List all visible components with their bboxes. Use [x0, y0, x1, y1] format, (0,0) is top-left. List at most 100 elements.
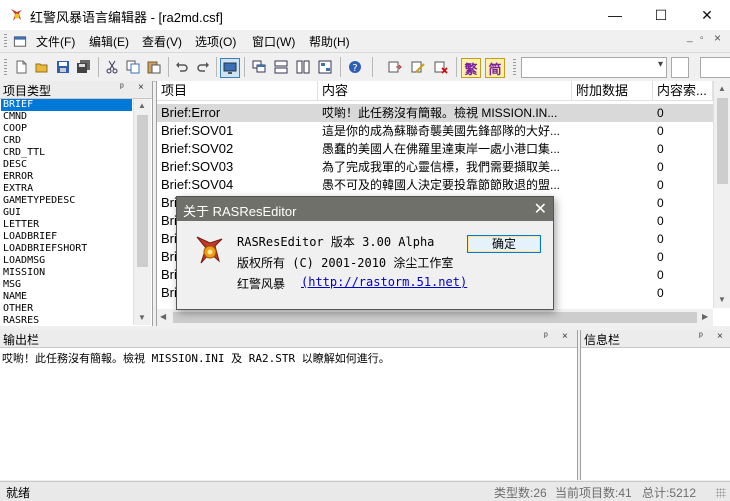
arrange-button[interactable] [316, 58, 334, 76]
list-item[interactable]: COOP [1, 123, 132, 135]
list-item[interactable]: DESC [1, 159, 132, 171]
scroll-up-icon[interactable]: ▲ [718, 84, 726, 93]
scroll-thumb[interactable] [137, 115, 148, 267]
scroll-down-icon[interactable]: ▼ [138, 313, 146, 322]
item-type-scrollbar[interactable]: ▲ ▼ [133, 99, 151, 325]
list-item[interactable]: OTHER [1, 303, 132, 315]
help-icon: ? [349, 61, 361, 74]
mdi-minimize-button[interactable]: _ [687, 32, 693, 43]
column-header-item[interactable]: 项目 [157, 81, 318, 101]
list-item[interactable]: GUI [1, 207, 132, 219]
scroll-right-icon[interactable]: ▶ [702, 312, 708, 321]
pin-icon[interactable]: ᵖ [120, 82, 124, 93]
pane-close-button[interactable]: × [138, 82, 144, 93]
cascade-button[interactable] [250, 58, 268, 76]
menu-edit[interactable]: 编辑(E) [89, 33, 129, 50]
list-item[interactable]: BRIEF [1, 99, 132, 111]
list-item[interactable]: LOADBRIEF [1, 231, 132, 243]
table-row[interactable]: Brief:SOV04 愚不可及的韓國人決定要投靠節節敗退的盟... 0 [157, 176, 713, 194]
app-logo-icon [196, 236, 223, 264]
list-item[interactable]: GAMETYPEDESC [1, 195, 132, 207]
mdi-restore-button[interactable]: ▫ [700, 33, 704, 44]
new-doc-button[interactable] [12, 58, 30, 76]
scroll-down-icon[interactable]: ▼ [718, 295, 726, 304]
table-row[interactable]: Brief:SOV02 愚蠢的美國人在佛羅里達東岸一處小港口集... 0 [157, 140, 713, 158]
menu-file[interactable]: 文件(F) [36, 33, 75, 50]
column-header-extra[interactable]: 附加数据 [572, 81, 653, 101]
open-button[interactable] [33, 58, 51, 76]
save-all-button[interactable] [75, 58, 93, 76]
scroll-thumb[interactable] [717, 98, 728, 184]
pin-icon[interactable]: ᵖ [699, 331, 703, 342]
pane-close-button[interactable]: × [562, 331, 568, 342]
small-input[interactable] [671, 57, 689, 78]
list-item[interactable]: CRD [1, 135, 132, 147]
undo-button[interactable] [173, 58, 191, 76]
paste-button[interactable] [145, 58, 163, 76]
app-logo-icon [11, 9, 22, 21]
close-button[interactable]: ✕ [684, 0, 730, 30]
maximize-button[interactable]: ☐ [638, 0, 684, 30]
column-header-content[interactable]: 内容 [318, 81, 572, 101]
help-button[interactable]: ? [346, 58, 364, 76]
list-item[interactable]: LETTER [1, 219, 132, 231]
menu-options[interactable]: 选项(O) [195, 33, 236, 50]
search-input[interactable] [700, 57, 730, 78]
table-vscrollbar[interactable]: ▲ ▼ [713, 81, 730, 308]
column-header-index[interactable]: 内容索... [653, 81, 713, 101]
list-item[interactable]: EXTRA [1, 183, 132, 195]
menu-window[interactable]: 窗口(W) [252, 33, 295, 50]
edit-button[interactable] [409, 58, 427, 76]
scroll-thumb[interactable] [173, 312, 697, 323]
delete-button[interactable] [432, 58, 450, 76]
list-item[interactable]: MSG [1, 279, 132, 291]
svg-text:?: ? [352, 63, 357, 74]
list-item[interactable]: LOADBRIEFSHORT [1, 243, 132, 255]
list-item[interactable]: NAME [1, 291, 132, 303]
item-type-title: 项目类型 [3, 84, 52, 98]
export-button[interactable] [386, 58, 404, 76]
mdi-doc-icon[interactable] [12, 34, 28, 49]
toolbar-separator [98, 57, 99, 77]
list-item[interactable]: RASRES [1, 315, 132, 325]
pin-icon[interactable]: ᵖ [544, 331, 548, 342]
menu-view[interactable]: 查看(V) [142, 33, 182, 50]
pane-close-button[interactable]: × [717, 331, 723, 342]
cell-extra [572, 230, 653, 248]
dialog-title-bar[interactable]: 关于 RASResEditor ✕ [177, 197, 553, 221]
scroll-left-icon[interactable]: ◀ [160, 312, 166, 321]
item-type-list[interactable]: BRIEF CMND COOP CRD CRD_TTL DESC ERROR EXTRA GAM… [1, 99, 132, 325]
tile-vertical-button[interactable] [294, 58, 312, 76]
redo-button[interactable] [194, 58, 212, 76]
table-row[interactable]: Brief:Error 哎喲！此任務沒有簡報。檢視 MISSION.IN... 0 [157, 104, 713, 122]
dialog-close-button[interactable]: ✕ [534, 199, 547, 219]
menu-help[interactable]: 帮助(H) [309, 33, 350, 50]
cut-button[interactable] [103, 58, 121, 76]
list-item[interactable]: LOADMSG [1, 255, 132, 267]
language-select[interactable]: ▾ [521, 57, 667, 78]
table-hscrollbar[interactable]: ◀ ▶ [157, 309, 713, 326]
minimize-button[interactable]: — [592, 0, 638, 30]
list-item[interactable]: CMND [1, 111, 132, 123]
screen-toggle-button[interactable] [220, 58, 240, 78]
table-row[interactable]: Brief:SOV01 這是你的成為蘇聯奇襲美國先鋒部隊的大好... 0 [157, 122, 713, 140]
save-button[interactable] [54, 58, 72, 76]
menu-grip[interactable] [4, 34, 7, 49]
list-item[interactable]: MISSION [1, 267, 132, 279]
simplified-chinese-button[interactable]: 简 [485, 58, 505, 78]
mdi-close-button[interactable]: × [714, 31, 721, 45]
resize-grip[interactable] [716, 488, 726, 498]
scroll-up-icon[interactable]: ▲ [138, 101, 146, 110]
list-item[interactable]: CRD_TTL [1, 147, 132, 159]
list-item[interactable]: ERROR [1, 171, 132, 183]
toolbar-grip[interactable] [4, 59, 7, 76]
output-text[interactable]: 哎喲！此任務沒有簡報。檢視 MISSION.INI 及 RA2.STR 以瞭解如… [2, 350, 390, 366]
toolbar-grip[interactable] [513, 59, 516, 76]
traditional-chinese-button[interactable]: 繁 [461, 58, 481, 78]
dialog-website-link[interactable]: (http://rastorm.51.net) [301, 275, 467, 289]
copy-button[interactable] [124, 58, 142, 76]
tile-horizontal-button[interactable] [272, 58, 290, 76]
cell-index: 0 [657, 124, 664, 138]
ok-button[interactable]: 确定 [467, 235, 541, 253]
table-row[interactable]: Brief:SOV03 為了完成我軍的心靈信標，我們需要擷取美... 0 [157, 158, 713, 176]
